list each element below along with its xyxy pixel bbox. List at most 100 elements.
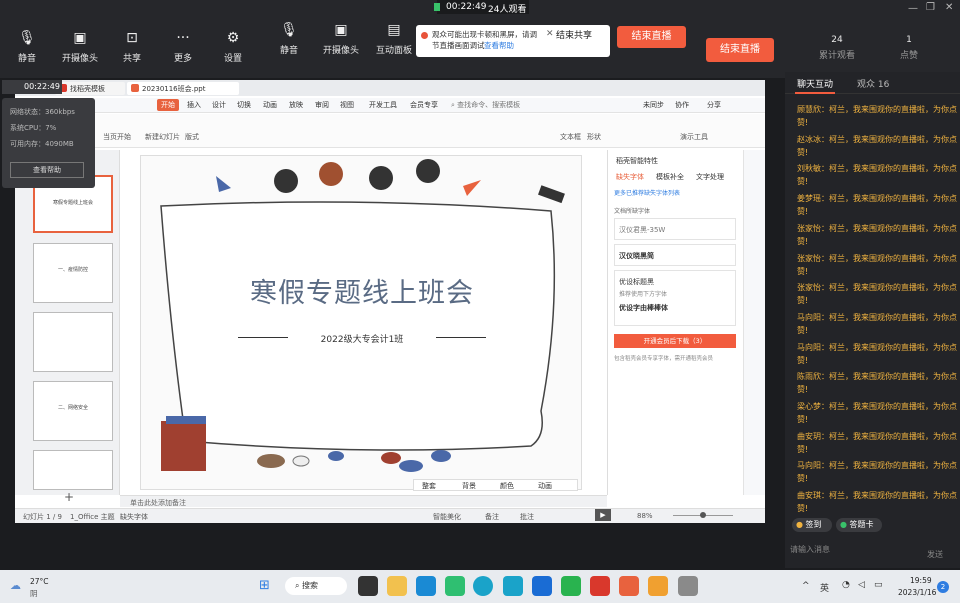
close-icon[interactable]: ✕ bbox=[546, 29, 554, 40]
menu-animation[interactable]: 动画 bbox=[263, 100, 277, 110]
ribbon-layout[interactable]: 版式 bbox=[185, 132, 199, 142]
thumbnail-slide-2[interactable]: 一、疫情防控 bbox=[33, 243, 113, 303]
close-window-icon[interactable]: ✕ bbox=[945, 2, 953, 13]
menu-design[interactable]: 设计 bbox=[212, 100, 226, 110]
end-live-button[interactable]: 结束直播 bbox=[706, 38, 774, 62]
app-icon-6[interactable] bbox=[619, 576, 639, 596]
ribbon-textbox[interactable]: 文本框 bbox=[560, 132, 581, 142]
float-tool-set[interactable]: 整套 bbox=[422, 481, 436, 491]
clock-date[interactable]: 2023/1/16 bbox=[898, 588, 936, 597]
warning-dot-icon bbox=[421, 32, 428, 39]
sign-in-button[interactable]: ● 签到 bbox=[792, 518, 832, 532]
ppt-file-icon bbox=[131, 84, 139, 92]
tab-chat[interactable]: 聊天互动 bbox=[797, 77, 833, 90]
app-icon-1[interactable] bbox=[445, 576, 465, 596]
slide-canvas[interactable]: 寒假专题线上班会 2022级大专会计1班 整套 背景 颜色 动画 bbox=[140, 155, 583, 491]
menu-insert[interactable]: 插入 bbox=[187, 100, 201, 110]
thumbnail-slide-5[interactable] bbox=[33, 450, 113, 490]
missing-font-item-2[interactable]: 汉仪晓黑简 bbox=[614, 244, 736, 266]
minimize-icon[interactable]: — bbox=[908, 3, 918, 14]
ribbon-start-btn[interactable]: 当页开始 bbox=[103, 132, 131, 142]
slide-title[interactable]: 寒假专题线上班会 bbox=[141, 271, 583, 310]
taskbar-search[interactable]: ⌕ 搜索 bbox=[285, 577, 347, 595]
menu-home[interactable]: 开始 bbox=[157, 99, 179, 111]
wifi-icon[interactable]: ◔ bbox=[842, 580, 850, 590]
view-help-button[interactable]: 查看帮助 bbox=[10, 162, 84, 178]
clock-time[interactable]: 19:59 bbox=[910, 576, 932, 585]
app-icon-7[interactable] bbox=[648, 576, 668, 596]
battery-icon[interactable]: ▭ bbox=[874, 580, 883, 590]
settings-button[interactable]: ⚙ 设置 bbox=[208, 30, 258, 64]
weather-temp[interactable]: 27°C bbox=[30, 577, 49, 586]
font-suggestion-box: 优设标题黑 推荐使用下方字体 优设字由棒棒体 bbox=[614, 270, 736, 326]
menu-transition[interactable]: 切换 bbox=[237, 100, 251, 110]
side-tab-text[interactable]: 文字处理 bbox=[696, 172, 724, 182]
float-tool-animation[interactable]: 动画 bbox=[538, 481, 552, 491]
ribbon-shape[interactable]: 形状 bbox=[587, 132, 601, 142]
add-slide-button[interactable]: + bbox=[64, 490, 74, 504]
side-tab-template[interactable]: 模板补全 bbox=[656, 172, 684, 182]
mute-button[interactable]: 🎙 静音 bbox=[2, 30, 52, 64]
answer-card-button[interactable]: ● 答题卡 bbox=[836, 518, 882, 532]
maximize-icon[interactable]: ❐ bbox=[926, 2, 935, 13]
send-button[interactable]: 发送 bbox=[927, 549, 943, 560]
side-hint-link[interactable]: 更多已推荐缺失字体列表 bbox=[614, 188, 680, 197]
menu-slideshow[interactable]: 放映 bbox=[289, 100, 303, 110]
input-lang[interactable]: 英 bbox=[820, 581, 829, 594]
menu-review[interactable]: 审阅 bbox=[315, 100, 329, 110]
camera-button-2[interactable]: ▣ 开摄像头 bbox=[316, 22, 366, 56]
comments-toggle[interactable]: 批注 bbox=[520, 512, 534, 522]
windows-start-icon[interactable]: ⊞ bbox=[259, 578, 270, 593]
wps-icon[interactable] bbox=[590, 576, 610, 596]
ribbon-presenter[interactable]: 演示工具 bbox=[680, 132, 708, 142]
app-icon-8[interactable] bbox=[678, 576, 698, 596]
smart-beautify[interactable]: 智能美化 bbox=[433, 512, 461, 522]
thumbnail-slide-3[interactable] bbox=[33, 312, 113, 372]
app-icon-5[interactable] bbox=[561, 576, 581, 596]
float-tool-background[interactable]: 背景 bbox=[462, 481, 476, 491]
sync-status[interactable]: 未同步 bbox=[643, 100, 664, 110]
zoom-level[interactable]: 88% bbox=[637, 512, 653, 520]
app-icon-4[interactable] bbox=[532, 576, 552, 596]
float-tool-color[interactable]: 颜色 bbox=[500, 481, 514, 491]
play-slideshow-icon[interactable]: ▶ bbox=[595, 509, 611, 521]
missing-font-status[interactable]: 缺失字体 bbox=[120, 512, 148, 522]
command-search[interactable]: ⌕ 查找命令、搜索模板 bbox=[451, 100, 520, 110]
menu-member[interactable]: 会员专享 bbox=[410, 100, 438, 110]
slide-subtitle[interactable]: 2022级大专会计1班 bbox=[141, 332, 583, 345]
camera-button[interactable]: ▣ 开摄像头 bbox=[55, 30, 105, 64]
menu-view[interactable]: 视图 bbox=[340, 100, 354, 110]
thumbnail-slide-4[interactable]: 二、网络安全 bbox=[33, 381, 113, 441]
help-link[interactable]: 查看帮助 bbox=[484, 40, 514, 51]
share-button[interactable]: ⊡ 共享 bbox=[107, 30, 157, 64]
end-live-button-small[interactable]: 结束直播 bbox=[617, 26, 686, 48]
share-doc-button[interactable]: 分享 bbox=[707, 100, 721, 110]
interaction-panel-button[interactable]: ▤ 互动面板 bbox=[369, 22, 419, 56]
volume-icon[interactable]: ◁ bbox=[858, 580, 865, 590]
more-button[interactable]: ··· 更多 bbox=[158, 30, 208, 64]
menu-devtools[interactable]: 开发工具 bbox=[369, 100, 397, 110]
zoom-slider-handle[interactable] bbox=[700, 512, 706, 518]
mute-button-2[interactable]: 🎙 静音 bbox=[264, 22, 314, 56]
ribbon-new-slide[interactable]: 新建幻灯片 bbox=[145, 132, 180, 142]
wps-tab-templates[interactable]: 找稻壳模板 bbox=[55, 82, 125, 95]
sign-in-icon: ● bbox=[796, 520, 803, 529]
missing-font-item-1[interactable]: 汉仪君黑-35W bbox=[614, 218, 736, 240]
edge-icon[interactable] bbox=[416, 576, 436, 596]
notification-badge[interactable]: 2 bbox=[937, 581, 949, 593]
wps-tab-document[interactable]: 20230116班会.ppt bbox=[127, 82, 239, 95]
file-explorer-icon[interactable] bbox=[387, 576, 407, 596]
app-icon-3[interactable] bbox=[503, 576, 523, 596]
app-icon-2[interactable] bbox=[473, 576, 493, 596]
floating-toolbar: 整套 背景 颜色 动画 bbox=[413, 479, 578, 491]
taskview-icon[interactable] bbox=[358, 576, 378, 596]
tab-audience[interactable]: 观众 16 bbox=[857, 77, 889, 90]
download-fonts-button[interactable]: 开通会员后下载（3） bbox=[614, 334, 736, 348]
chat-input[interactable]: 请输入消息 bbox=[790, 544, 830, 555]
collab-button[interactable]: 协作 bbox=[675, 100, 689, 110]
side-tab-missing-font[interactable]: 缺失字体 bbox=[616, 172, 644, 182]
notes-bar[interactable]: 单击此处添加备注 bbox=[120, 495, 607, 507]
end-share-button[interactable]: 结束共享 bbox=[556, 31, 592, 42]
notes-toggle[interactable]: 备注 bbox=[485, 512, 499, 522]
tray-chevron-icon[interactable]: ^ bbox=[802, 581, 810, 591]
